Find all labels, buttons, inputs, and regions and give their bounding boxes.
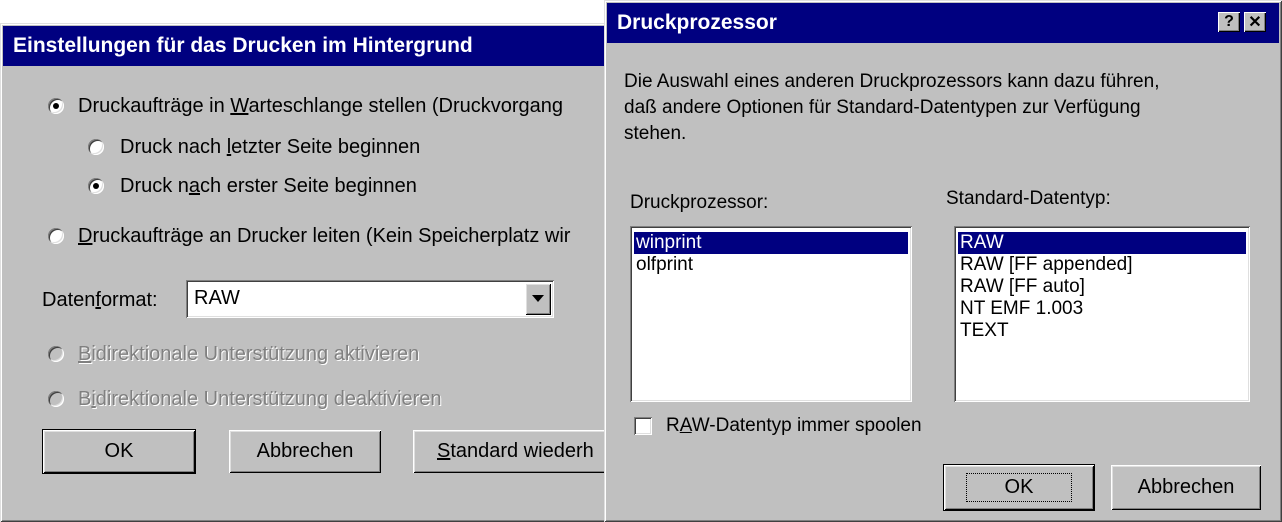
description-line-1: Die Auswahl eines anderen Druckprozessor… [624,71,1160,92]
list-item[interactable]: NT EMF 1.003 [958,298,1246,320]
background-printing-dialog: Einstellungen für das Drucken im Hinterg… [0,23,620,522]
radio-bidi-enable-label: Bidirektionale Unterstützung aktivieren [78,343,420,365]
ok-button[interactable]: OK [943,464,1095,511]
radio-bidi-disable [48,391,64,407]
radio-selected-dot-icon [93,183,99,189]
description-line-2: daß andere Optionen für Standard-Datenty… [624,97,1141,118]
data-format-value: RAW [194,287,240,309]
list-item[interactable]: winprint [634,232,908,254]
dialog-title: Einstellungen für das Drucken im Hinterg… [13,34,473,57]
radio-spool-jobs-label[interactable]: Druckaufträge in Warteschlange stellen (… [78,94,563,118]
dialog-title: Druckprozessor [617,11,777,34]
dialog-title-bar[interactable]: Einstellungen für das Drucken im Hinterg… [3,26,617,66]
processor-label: Druckprozessor: [630,192,769,213]
ok-button[interactable]: OK [42,429,196,474]
print-processor-dialog: Druckprozessor ? ✕ Die Auswahl eines and… [604,0,1282,522]
raw-spool-checkbox[interactable] [634,417,652,435]
help-icon: ? [1224,13,1234,30]
description-line-3: stehen. [624,123,687,144]
list-item[interactable]: RAW [958,232,1246,254]
radio-selected-dot-icon [53,103,59,109]
list-item[interactable]: olfprint [634,254,908,276]
radio-print-directly-label[interactable]: Druckaufträge an Drucker leiten (Kein Sp… [78,224,570,248]
close-icon: ✕ [1248,14,1262,31]
data-format-select[interactable]: RAW [186,280,554,318]
dialog-title-bar[interactable]: Druckprozessor [607,3,1279,43]
cancel-button[interactable]: Abbrechen [229,430,381,473]
radio-spool-jobs[interactable] [48,98,64,114]
radio-start-after-first-page-label[interactable]: Druck nach erster Seite beginnen [120,174,417,198]
radio-start-after-last-page-label[interactable]: Druck nach letzter Seite beginnen [120,135,420,159]
list-item[interactable]: TEXT [958,320,1246,342]
datatype-list[interactable]: RAW RAW [FF appended] RAW [FF auto] NT E… [954,226,1250,402]
radio-start-after-last-page[interactable] [88,139,104,155]
chevron-down-icon [532,295,544,302]
help-button[interactable]: ? [1218,12,1240,32]
close-button[interactable]: ✕ [1244,12,1266,32]
data-format-label: Datenformat: [42,289,158,311]
raw-spool-checkbox-label[interactable]: RAW-Datentyp immer spoolen [666,414,922,438]
restore-defaults-button[interactable]: Standard wiederh [413,430,620,473]
datatype-label: Standard-Datentyp: [946,188,1111,209]
dropdown-button[interactable] [525,283,551,315]
list-item[interactable]: RAW [FF appended] [958,254,1246,276]
radio-print-directly[interactable] [48,228,64,244]
radio-bidi-disable-label: Bidirektionale Unterstützung deaktiviere… [78,388,442,410]
radio-start-after-first-page[interactable] [88,178,104,194]
radio-bidi-enable [48,346,64,362]
processor-list[interactable]: winprint olfprint [630,226,912,402]
cancel-button[interactable]: Abbrechen [1111,465,1261,510]
list-item[interactable]: RAW [FF auto] [958,276,1246,298]
